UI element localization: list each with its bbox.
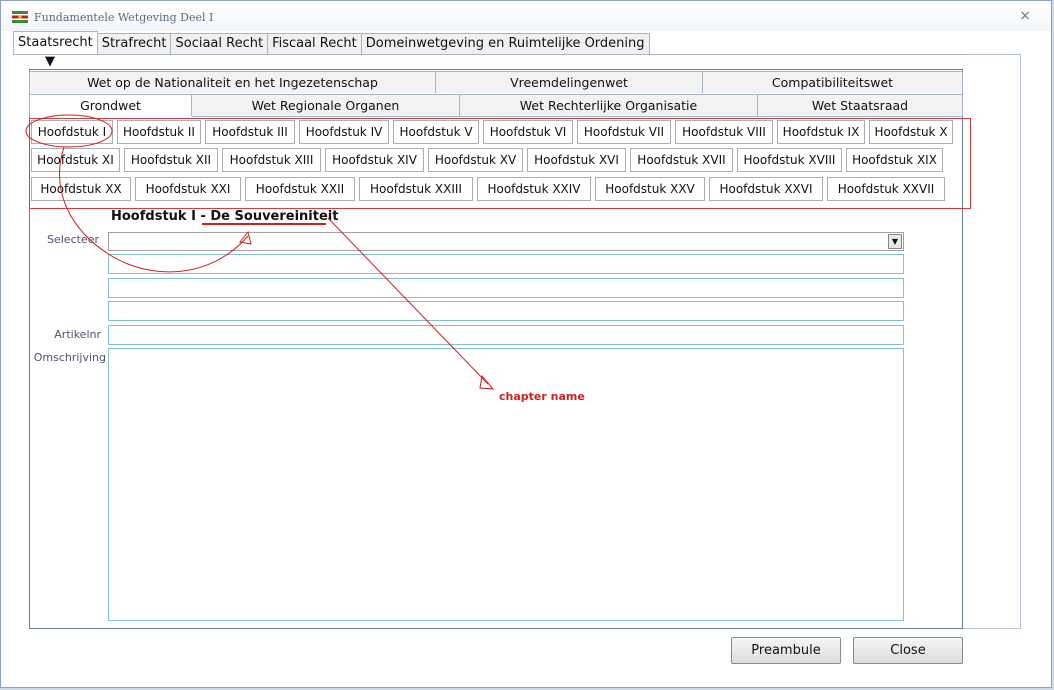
window-title: Fundamentele Wetgeving Deel I	[34, 11, 214, 24]
law-tab-divider	[192, 116, 963, 117]
tab-staatsrecht[interactable]: Staatsrecht	[13, 31, 98, 54]
app-window: Fundamentele Wetgeving Deel I × Staatsre…	[0, 0, 1052, 688]
outer-tab-strip: Staatsrecht Strafrecht Sociaal Recht Fis…	[13, 31, 650, 54]
annotation-label: chapter name	[499, 390, 585, 403]
chapter-heading-number: Hoofdstuk I	[111, 209, 196, 224]
chapter-heading-separator: -	[200, 209, 206, 224]
tab-strip-divider	[13, 54, 1021, 55]
outer-tab-panel-edge	[963, 54, 1021, 629]
article-number-field[interactable]	[108, 325, 904, 345]
text-field-2[interactable]	[108, 278, 904, 298]
tab-wet-staatsraad[interactable]: Wet Staatsraad	[757, 94, 963, 116]
text-field-3[interactable]	[108, 301, 904, 321]
law-tabs-bottom-row: Grondwet Wet Regionale Organen Wet Recht…	[29, 94, 963, 116]
close-window-icon[interactable]: ×	[1019, 8, 1031, 24]
description-textarea[interactable]	[108, 348, 904, 621]
tab-wet-rechterlijke-organisatie[interactable]: Wet Rechterlijke Organisatie	[459, 94, 758, 116]
description-label: Omschrijving	[33, 351, 106, 364]
law-tabs-top-row: Wet op de Nationaliteit en het Ingezeten…	[29, 71, 963, 93]
tab-wet-regionale-organen[interactable]: Wet Regionale Organen	[191, 94, 460, 116]
article-number-label: Artikelnr	[54, 328, 101, 341]
tab-vreemdelingenwet[interactable]: Vreemdelingenwet	[435, 71, 703, 93]
close-button[interactable]: Close	[853, 637, 963, 664]
chapter-heading-name: De Souvereiniteit	[210, 209, 339, 224]
text-field-1[interactable]	[108, 254, 904, 274]
select-label: Selecteer	[47, 233, 99, 246]
app-logo-icon	[12, 11, 28, 23]
tab-fiscaal-recht[interactable]: Fiscaal Recht	[267, 33, 362, 54]
tab-compatibiliteitswet[interactable]: Compatibiliteitswet	[702, 71, 963, 93]
tab-strafrecht[interactable]: Strafrecht	[96, 33, 172, 54]
tab-grondwet[interactable]: Grondwet	[29, 94, 192, 116]
tab-domeinwetgeving[interactable]: Domeinwetgeving en Ruimtelijke Ordening	[360, 33, 650, 54]
chapter-heading: Hoofdstuk I - De Souvereiniteit	[111, 209, 338, 224]
article-select[interactable]: ▼	[108, 232, 904, 251]
annotation-highlight-box	[29, 118, 971, 209]
current-tab-marker-icon: ▼	[45, 54, 55, 69]
title-bar: Fundamentele Wetgeving Deel I ×	[1, 1, 1051, 31]
preamble-button[interactable]: Preambule	[731, 637, 841, 664]
tab-sociaal-recht[interactable]: Sociaal Recht	[170, 33, 269, 54]
tab-wet-nationaliteit[interactable]: Wet op de Nationaliteit en het Ingezeten…	[29, 71, 436, 93]
chevron-down-icon[interactable]: ▼	[888, 234, 902, 249]
